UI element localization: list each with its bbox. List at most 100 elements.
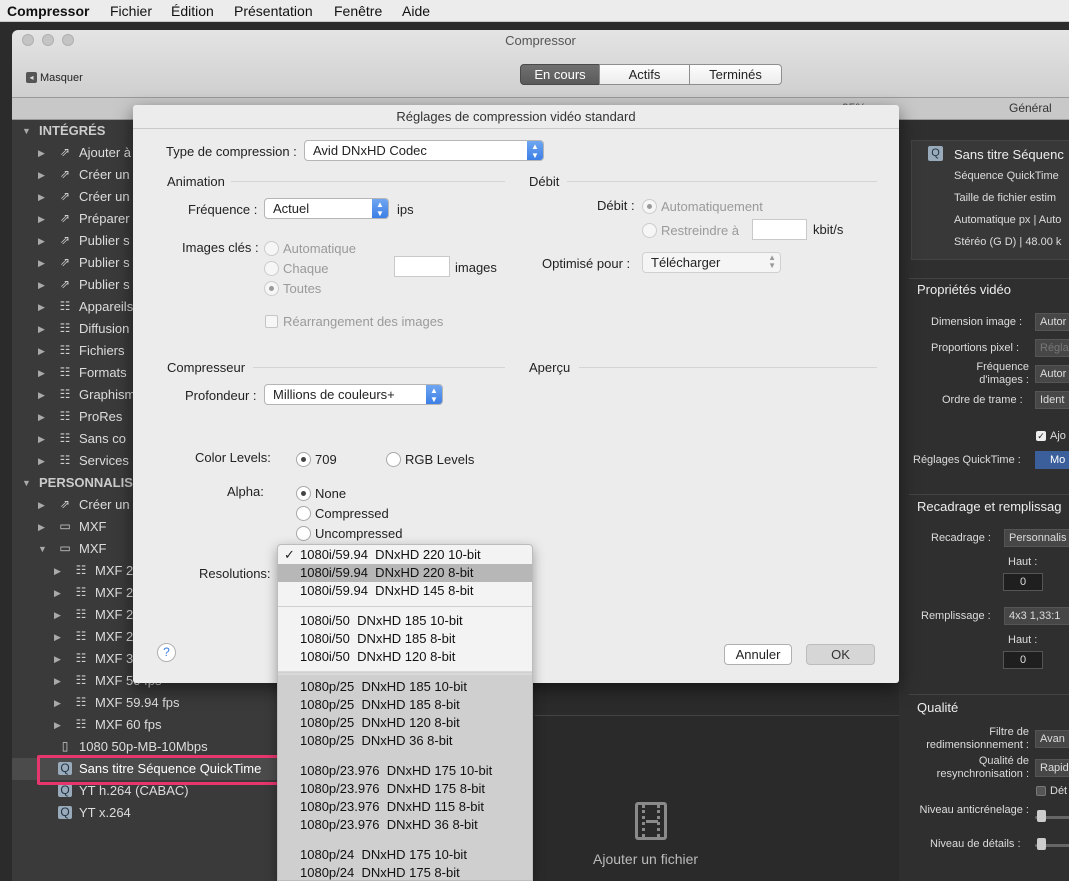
ok-button[interactable]: OK: [806, 644, 875, 665]
disclosure-closed-icon[interactable]: ▶: [54, 692, 61, 714]
menu-item[interactable]: 1080i/50 DNxHD 185 10-bit: [278, 612, 532, 630]
disclosure-closed-icon[interactable]: ▶: [38, 450, 45, 472]
pixel-aspect-select[interactable]: Régla: [1035, 339, 1069, 357]
menu-item[interactable]: 1080p/25 DNxHD 120 8-bit: [278, 714, 532, 732]
disclosure-closed-icon[interactable]: ▶: [38, 428, 45, 450]
resync-quality-select[interactable]: Rapid: [1035, 759, 1069, 777]
menu-fenetre[interactable]: Fenêtre: [334, 3, 382, 19]
resize-filter-select[interactable]: Avan: [1035, 730, 1069, 748]
menu-item[interactable]: 1080i/59.94 DNxHD 145 8-bit: [278, 582, 532, 600]
depth-select[interactable]: Millions de couleurs+ ▲ ▼: [264, 384, 443, 405]
disclosure-closed-icon[interactable]: ▶: [38, 142, 45, 164]
menu-item-highlighted[interactable]: 1080i/59.94 DNxHD 220 8-bit: [278, 564, 532, 582]
fill-top-input[interactable]: 0: [1003, 651, 1043, 669]
quicktime-modify-button[interactable]: Mo: [1035, 451, 1069, 469]
disclosure-closed-icon[interactable]: ▶: [38, 362, 45, 384]
disclosure-closed-icon[interactable]: ▶: [38, 318, 45, 340]
optimize-select[interactable]: Télécharger ▲ ▼: [642, 252, 781, 273]
rate-title: Débit: [529, 174, 560, 189]
disclosure-closed-icon[interactable]: ▶: [38, 230, 45, 252]
tab-actifs[interactable]: Actifs: [599, 64, 690, 85]
checkbox[interactable]: [1036, 786, 1046, 796]
color-709-radio[interactable]: [296, 452, 311, 467]
disclosure-closed-icon[interactable]: ▶: [38, 274, 45, 296]
disclosure-closed-icon[interactable]: ▶: [38, 208, 45, 230]
dimension-select[interactable]: Autor: [1035, 313, 1069, 331]
checkbox-checked[interactable]: ✓: [1036, 431, 1046, 441]
menu-app[interactable]: Compressor: [7, 3, 89, 19]
slider-knob[interactable]: [1037, 838, 1046, 850]
disclosure-closed-icon[interactable]: ▶: [54, 714, 61, 736]
field-label: Niveau anticrénelage :: [919, 804, 1029, 816]
crop-select[interactable]: Personnalis: [1004, 529, 1069, 547]
disclosure-closed-icon[interactable]: ▶: [38, 340, 45, 362]
crop-top-input[interactable]: 0: [1003, 573, 1043, 591]
menu-aide[interactable]: Aide: [402, 3, 430, 19]
disclosure-open-icon[interactable]: ▼: [22, 120, 31, 142]
field-label: Niveau de détails :: [930, 838, 1021, 850]
resolutions-menu: ✓ 1080i/59.94 DNxHD 220 10-bit 1080i/59.…: [277, 544, 533, 881]
field-order-select[interactable]: Ident: [1035, 391, 1069, 409]
disclosure-closed-icon[interactable]: ▶: [54, 670, 61, 692]
menu-item[interactable]: 1080p/25 DNxHD 185 10-bit: [278, 678, 532, 696]
tab-general[interactable]: Général: [1009, 101, 1052, 115]
menu-item[interactable]: 1080p/25 DNxHD 185 8-bit: [278, 696, 532, 714]
menu-item[interactable]: 1080p/23.976 DNxHD 175 8-bit: [278, 780, 532, 798]
reorder-checkbox[interactable]: [265, 315, 278, 328]
menu-item[interactable]: 1080i/50 DNxHD 185 8-bit: [278, 630, 532, 648]
menu-edition[interactable]: Édition: [171, 3, 214, 19]
menu-fichier[interactable]: Fichier: [110, 3, 152, 19]
disclosure-closed-icon[interactable]: ▶: [54, 582, 61, 604]
sidebar-item-mxf[interactable]: ▶ ☷ MXF 60 fps: [12, 714, 285, 736]
alpha-none-radio[interactable]: [296, 486, 311, 501]
disclosure-closed-icon[interactable]: ▶: [38, 384, 45, 406]
rate-auto-radio[interactable]: [642, 199, 657, 214]
disclosure-closed-icon[interactable]: ▶: [38, 296, 45, 318]
kf-auto-radio[interactable]: [264, 241, 279, 256]
alpha-uncompressed-radio[interactable]: [296, 526, 311, 541]
disclosure-closed-icon[interactable]: ▶: [54, 626, 61, 648]
menu-item[interactable]: 1080p/24 DNxHD 175 10-bit: [278, 846, 532, 864]
hide-button[interactable]: Masquer: [40, 72, 83, 84]
disclosure-open-icon[interactable]: ▼: [22, 472, 31, 494]
disclosure-closed-icon[interactable]: ▶: [54, 604, 61, 626]
menu-item[interactable]: 1080p/24 DNxHD 175 8-bit: [278, 864, 532, 880]
disclosure-open-icon[interactable]: ▼: [38, 538, 47, 560]
slider-knob[interactable]: [1037, 810, 1046, 822]
tab-en-cours[interactable]: En cours: [520, 64, 600, 85]
menu-item[interactable]: 1080p/23.976 DNxHD 36 8-bit: [278, 816, 532, 834]
disclosure-closed-icon[interactable]: ▶: [54, 648, 61, 670]
sidebar-toggle-icon[interactable]: ◂: [26, 72, 37, 83]
disclosure-closed-icon[interactable]: ▶: [38, 516, 45, 538]
alpha-compressed-radio[interactable]: [296, 506, 311, 521]
disclosure-closed-icon[interactable]: ▶: [38, 406, 45, 428]
kf-every-input[interactable]: [394, 256, 450, 277]
rate-limit-radio[interactable]: [642, 223, 657, 238]
menu-item[interactable]: 1080i/59.94 DNxHD 220 10-bit: [278, 546, 532, 564]
disclosure-closed-icon[interactable]: ▶: [38, 186, 45, 208]
disclosure-closed-icon[interactable]: ▶: [38, 252, 45, 274]
menu-item[interactable]: 1080p/25 DNxHD 36 8-bit: [278, 732, 532, 750]
disclosure-closed-icon[interactable]: ▶: [54, 560, 61, 582]
compression-type-select[interactable]: Avid DNxHD Codec ▲ ▼: [304, 140, 544, 161]
kf-all-radio[interactable]: [264, 281, 279, 296]
help-button[interactable]: ?: [157, 643, 176, 662]
frequency-select[interactable]: Actuel ▲ ▼: [264, 198, 389, 219]
frame-rate-select[interactable]: Autor: [1035, 365, 1069, 383]
drop-area[interactable]: Ajouter un fichier: [535, 715, 899, 881]
menu-presentation[interactable]: Présentation: [234, 3, 313, 19]
menu-item[interactable]: 1080p/23.976 DNxHD 175 10-bit: [278, 762, 532, 780]
menu-item[interactable]: 1080i/50 DNxHD 120 8-bit: [278, 648, 532, 666]
disclosure-closed-icon[interactable]: ▶: [38, 494, 45, 516]
color-rgb-radio[interactable]: [386, 452, 401, 467]
tab-termines[interactable]: Terminés: [689, 64, 782, 85]
rate-limit-input[interactable]: [752, 219, 807, 240]
chevron-updown-icon: ▲ ▼: [527, 141, 543, 160]
fill-select[interactable]: 4x3 1,33:1: [1004, 607, 1069, 625]
sidebar-item-mxf[interactable]: ▶ ☷ MXF 59.94 fps: [12, 692, 285, 714]
kf-every-radio[interactable]: [264, 261, 279, 276]
menu-item[interactable]: 1080p/23.976 DNxHD 115 8-bit: [278, 798, 532, 816]
sidebar-preset[interactable]: Q YT x.264: [12, 802, 285, 824]
disclosure-closed-icon[interactable]: ▶: [38, 164, 45, 186]
cancel-button[interactable]: Annuler: [724, 644, 792, 665]
